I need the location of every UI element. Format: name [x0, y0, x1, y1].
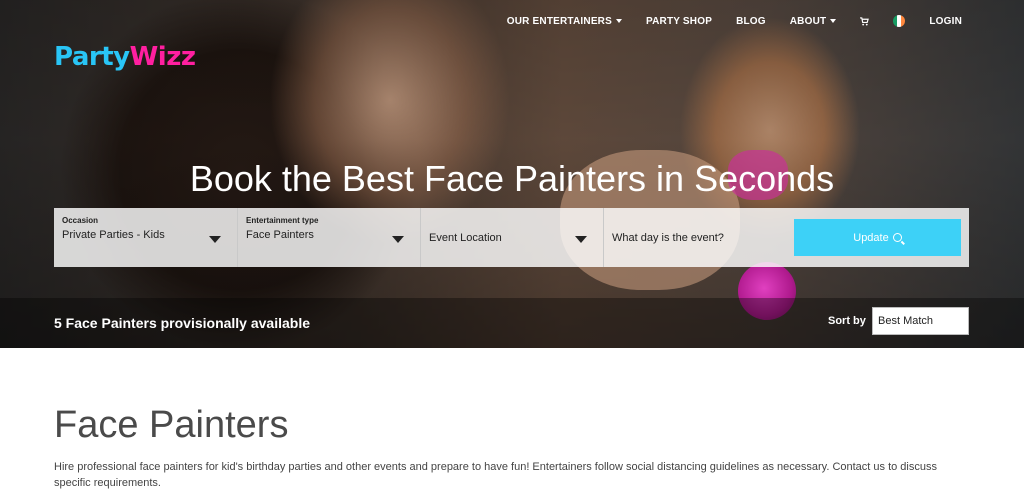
nav-about-label: ABOUT — [789, 15, 827, 27]
chevron-down-icon — [575, 236, 587, 243]
search-bar: Occasion Private Parties - Kids Entertai… — [54, 208, 969, 267]
chevron-down-icon — [830, 19, 837, 23]
nav-login-label: LOGIN — [929, 15, 962, 27]
intro-text: Hire professional face painters for kid'… — [54, 461, 937, 489]
chevron-down-icon — [615, 19, 622, 23]
sort-select-value: Best Match — [878, 315, 934, 327]
nav-party-shop[interactable]: PARTY SHOP — [646, 16, 712, 27]
nav-language[interactable] — [893, 15, 906, 27]
event-date-input[interactable]: What day is the event? — [604, 208, 794, 267]
nav-our-entertainers[interactable]: OUR ENTERTAINERS — [507, 16, 622, 27]
logo-part-party: Party — [54, 42, 130, 72]
top-navigation: OUR ENTERTAINERS PARTY SHOP BLOG ABOUT L… — [483, 12, 962, 30]
occasion-label: Occasion — [62, 216, 99, 225]
nav-about[interactable]: ABOUT — [790, 16, 837, 27]
entertainment-type-label: Entertainment type — [246, 216, 319, 225]
event-location-select[interactable]: Event Location — [421, 208, 604, 267]
hero-headline: Book the Best Face Painters in Seconds — [189, 158, 835, 199]
occasion-value: Private Parties - Kids — [62, 229, 165, 241]
page-title: Face Painters — [54, 404, 289, 446]
results-count: 5 Face Painters provisionally available — [54, 315, 311, 331]
entertainment-type-select[interactable]: Entertainment type Face Painters — [238, 208, 421, 267]
results-strip: 5 Face Painters provisionally available … — [0, 298, 1024, 348]
nav-blog-label: BLOG — [736, 15, 766, 27]
search-icon — [892, 233, 902, 242]
cart-icon — [860, 16, 870, 26]
update-button[interactable]: Update — [794, 219, 961, 256]
chevron-down-icon — [209, 236, 221, 243]
chevron-down-icon — [392, 236, 404, 243]
nav-login[interactable]: LOGIN — [929, 16, 962, 27]
sort-label: Sort by — [828, 315, 866, 327]
nav-our-entertainers-label: OUR ENTERTAINERS — [506, 15, 612, 27]
entertainment-type-value: Face Painters — [246, 229, 314, 241]
sort-select[interactable]: Best Match — [872, 307, 969, 335]
nav-blog[interactable]: BLOG — [736, 16, 766, 27]
logo-part-wizz: Wizz — [129, 42, 196, 72]
update-button-label: Update — [853, 231, 889, 244]
nav-party-shop-label: PARTY SHOP — [645, 15, 713, 27]
occasion-select[interactable]: Occasion Private Parties - Kids — [54, 208, 238, 267]
event-date-placeholder: What day is the event? — [612, 232, 724, 244]
partywizz-logo[interactable]: PartyWizz — [54, 42, 196, 72]
ireland-flag-icon — [893, 15, 906, 27]
event-location-value: Event Location — [429, 232, 502, 244]
nav-cart[interactable] — [860, 16, 870, 26]
